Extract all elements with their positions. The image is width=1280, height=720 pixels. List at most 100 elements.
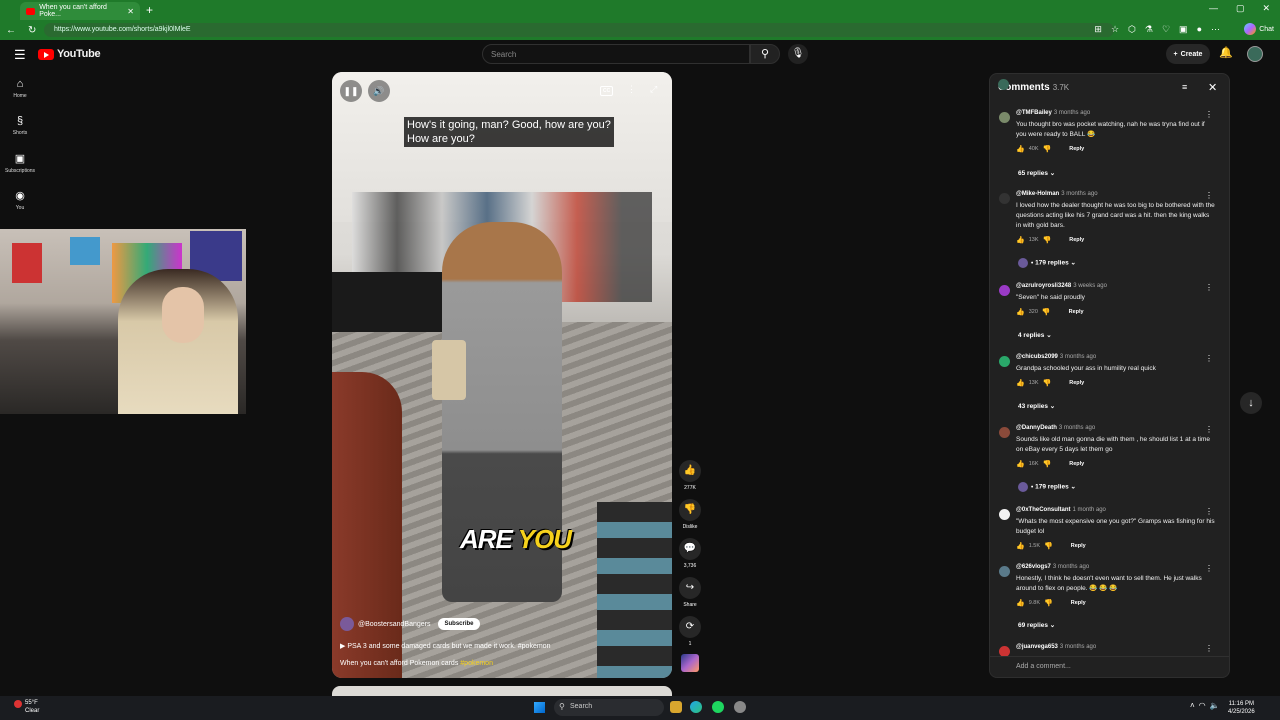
edge-browser-icon[interactable] <box>690 701 702 713</box>
extension-icon[interactable]: ⚗ <box>1145 24 1153 35</box>
commenter-avatar[interactable] <box>999 509 1010 520</box>
search-button[interactable]: ⚲ <box>750 44 780 64</box>
close-window-icon[interactable]: ✕ <box>1262 3 1270 14</box>
replies-toggle[interactable]: 4 replies ⌄ <box>1018 331 1052 339</box>
reply-button[interactable]: Reply <box>1069 461 1084 467</box>
spotify-icon[interactable] <box>712 701 724 713</box>
thumbs-up-icon[interactable]: 👍 <box>1016 599 1025 607</box>
shorts-video-player[interactable]: ❚❚ 🔊 CC ⋮ ⤢ How's it going, man? Good, h… <box>332 72 672 678</box>
more-vert-icon[interactable]: ⋮ <box>1205 564 1213 573</box>
volume-button[interactable]: 🔊 <box>368 80 390 102</box>
more-options-icon[interactable]: ⋯ <box>1211 24 1220 35</box>
like-button[interactable]: 👍 277K <box>678 460 702 491</box>
commenter-avatar[interactable] <box>999 193 1010 204</box>
more-vert-icon[interactable]: ⋮ <box>1205 507 1213 516</box>
more-vert-icon[interactable]: ⋮ <box>1205 644 1213 653</box>
commenter-avatar[interactable] <box>999 427 1010 438</box>
close-icon[interactable]: ✕ <box>1208 81 1217 94</box>
thumbs-down-icon[interactable]: 👎 <box>1042 308 1051 316</box>
voice-search-button[interactable]: 🎙 <box>788 44 808 64</box>
maximize-icon[interactable]: ▢ <box>1236 3 1245 14</box>
chevron-up-icon[interactable]: ˄ <box>1190 701 1195 710</box>
fullscreen-icon[interactable]: ⤢ <box>650 84 657 95</box>
channel-avatar[interactable] <box>340 617 354 631</box>
reply-button[interactable]: Reply <box>1069 146 1084 152</box>
more-vert-icon[interactable]: ⋮ <box>627 84 636 95</box>
profile-icon[interactable]: ● <box>1197 24 1202 35</box>
thumbs-down-icon[interactable]: 👎 <box>1043 236 1052 244</box>
bookmark-star-icon[interactable]: ☆ <box>1111 24 1119 35</box>
share-button[interactable]: ↪ Share <box>678 577 702 608</box>
sidebar-item-subscriptions[interactable]: ▣ Subscriptions <box>3 152 37 174</box>
replies-toggle[interactable]: • 179 replies ⌄ <box>1018 258 1076 268</box>
thumbs-down-icon[interactable]: 👎 <box>1044 599 1053 607</box>
back-icon[interactable]: ← <box>6 25 16 36</box>
commenter-name[interactable]: @626vlogs7 3 months ago <box>1016 564 1089 570</box>
create-button[interactable]: + Create <box>1166 44 1210 64</box>
youtube-logo[interactable]: YouTube <box>38 48 101 60</box>
reply-button[interactable]: Reply <box>1071 600 1086 606</box>
commenter-name[interactable]: @DannyDeath 3 months ago <box>1016 425 1095 431</box>
hashtag-link[interactable]: #pokemon <box>460 660 493 667</box>
weather-widget[interactable]: 55°F Clear <box>14 700 39 715</box>
favorites-icon[interactable]: ♡ <box>1162 24 1170 35</box>
extension-icon[interactable]: ⬡ <box>1128 24 1136 35</box>
commenter-name[interactable]: @chicubs2099 3 months ago <box>1016 354 1096 360</box>
browser-tab[interactable]: When you can't afford Poke... ✕ <box>20 2 140 20</box>
minimize-icon[interactable]: — <box>1209 3 1218 14</box>
commenter-avatar[interactable] <box>999 356 1010 367</box>
commenter-name[interactable]: @0xTheConsultant 1 month ago <box>1016 507 1106 513</box>
thumbs-up-icon[interactable]: 👍 <box>1016 379 1025 387</box>
scroll-down-button[interactable]: ↓ <box>1240 392 1262 414</box>
replies-toggle[interactable]: • 179 replies ⌄ <box>1018 482 1076 492</box>
wifi-icon[interactable]: ◠ <box>1199 701 1206 710</box>
copilot-chat-button[interactable]: Chat <box>1244 23 1274 35</box>
video-description[interactable]: ▶ PSA 3 and some damaged cards but we ma… <box>340 642 550 650</box>
sort-icon[interactable]: ≡ <box>1182 82 1187 92</box>
notifications-bell-icon[interactable]: 🔔 <box>1219 46 1233 59</box>
sidebar-item-home[interactable]: ⌂ Home <box>3 78 37 99</box>
sound-thumbnail[interactable] <box>681 654 699 672</box>
extensions-grid-icon[interactable]: ⊞ <box>1094 24 1102 35</box>
url-field[interactable]: https://www.youtube.com/shorts/a9kjl0lMl… <box>44 23 1114 37</box>
thumbs-down-icon[interactable]: 👎 <box>1043 145 1052 153</box>
subscribe-button[interactable]: Subscribe <box>438 618 480 630</box>
thumbs-up-icon[interactable]: 👍 <box>1016 308 1025 316</box>
more-vert-icon[interactable]: ⋮ <box>1205 191 1213 200</box>
speaker-icon[interactable]: 🔈 <box>1210 701 1220 710</box>
reply-button[interactable]: Reply <box>1069 309 1084 315</box>
commenter-name[interactable]: @juanvega653 3 months ago <box>1016 644 1096 650</box>
pause-button[interactable]: ❚❚ <box>340 80 362 102</box>
close-tab-icon[interactable]: ✕ <box>127 7 134 16</box>
thumbs-up-icon[interactable]: 👍 <box>1016 542 1025 550</box>
closed-captions-button[interactable]: CC <box>600 86 614 96</box>
windows-start-icon[interactable] <box>534 702 545 713</box>
thumbs-down-icon[interactable]: 👎 <box>1043 460 1052 468</box>
new-tab-button[interactable]: + <box>146 3 153 17</box>
more-vert-icon[interactable]: ⋮ <box>1205 110 1213 119</box>
replies-toggle[interactable]: 69 replies ⌄ <box>1018 621 1055 629</box>
thumbs-down-icon[interactable]: 👎 <box>1044 542 1053 550</box>
settings-gear-icon[interactable] <box>734 701 746 713</box>
commenter-name[interactable]: @Mike-Holman 3 months ago <box>1016 191 1098 197</box>
more-vert-icon[interactable]: ⋮ <box>1205 354 1213 363</box>
reply-button[interactable]: Reply <box>1071 543 1086 549</box>
add-comment-input[interactable]: Add a comment... <box>990 656 1229 677</box>
refresh-icon[interactable]: ↻ <box>28 25 36 36</box>
thumbs-up-icon[interactable]: 👍 <box>1016 236 1025 244</box>
more-vert-icon[interactable]: ⋮ <box>1205 283 1213 292</box>
commenter-name[interactable]: @TMFBailey 3 months ago <box>1016 110 1090 116</box>
replies-toggle[interactable]: 65 replies ⌄ <box>1018 169 1055 177</box>
thumbs-down-icon[interactable]: 👎 <box>1043 379 1052 387</box>
taskbar-search[interactable]: ⚲ Search <box>554 699 664 716</box>
replies-toggle[interactable]: 43 replies ⌄ <box>1018 402 1055 410</box>
search-input[interactable]: Search <box>482 44 750 64</box>
file-explorer-icon[interactable] <box>670 701 682 713</box>
next-short-preview[interactable] <box>332 686 672 696</box>
dislike-button[interactable]: 👎 Dislike <box>678 499 702 530</box>
thumbs-up-icon[interactable]: 👍 <box>1016 460 1025 468</box>
remix-button[interactable]: ⟳ 1 <box>678 616 702 647</box>
account-avatar[interactable] <box>1247 46 1263 62</box>
reply-button[interactable]: Reply <box>1069 237 1084 243</box>
comments-button[interactable]: 💬 3,736 <box>678 538 702 569</box>
